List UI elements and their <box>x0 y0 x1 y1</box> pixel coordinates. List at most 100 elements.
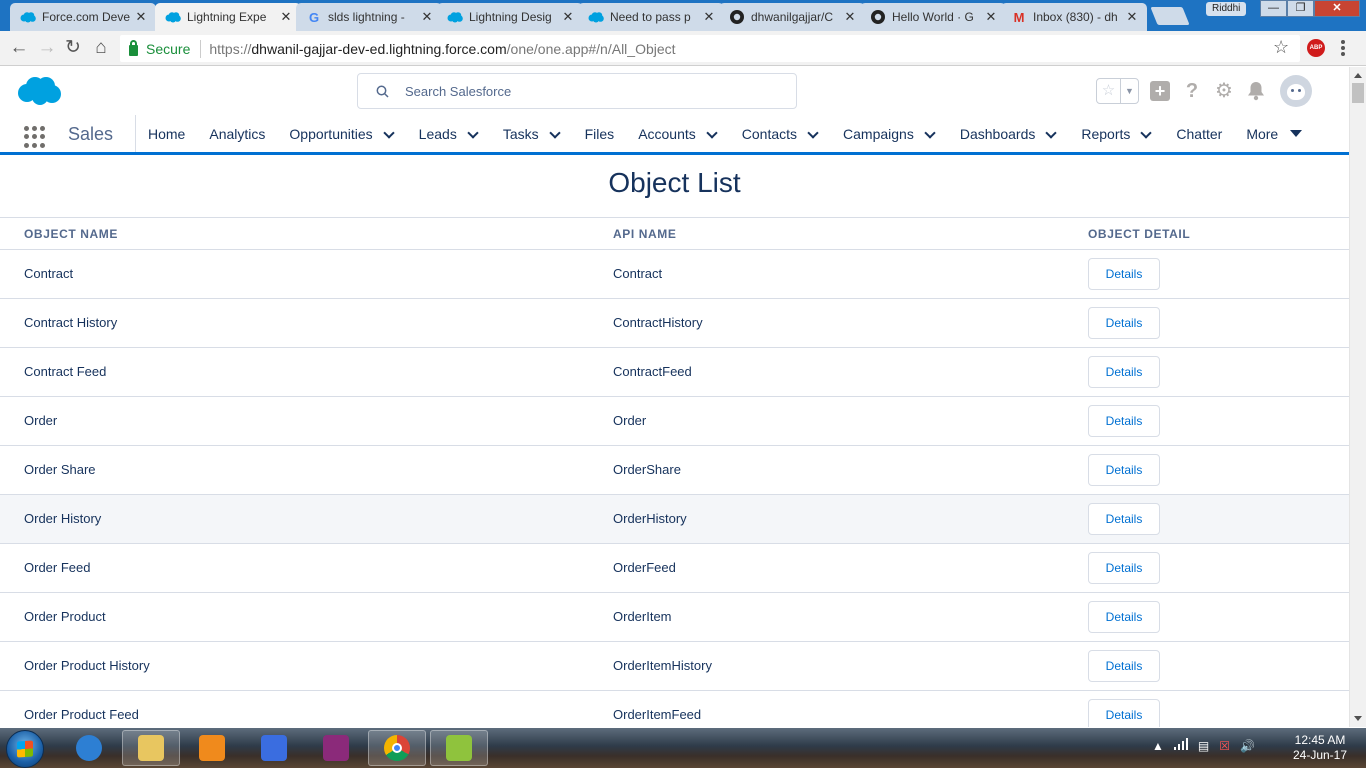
scroll-up-icon[interactable] <box>1354 73 1362 78</box>
network-error-icon[interactable]: ☒ <box>1219 739 1230 753</box>
nav-item-tasks[interactable]: Tasks <box>491 115 573 152</box>
setup-gear-icon[interactable]: ⚙ <box>1214 81 1234 101</box>
tab-close-icon[interactable]: ✕ <box>561 9 575 25</box>
chevron-down-icon[interactable] <box>1045 128 1057 140</box>
taskbar-clock[interactable]: 12:45 AM 24-Jun-17 <box>1282 733 1358 763</box>
details-button[interactable]: Details <box>1088 356 1160 388</box>
user-avatar[interactable] <box>1280 75 1312 107</box>
column-header-api-name[interactable]: API NAME <box>613 227 676 241</box>
d-app-taskbar-button[interactable] <box>245 730 303 766</box>
internet-explorer-taskbar-button[interactable] <box>60 730 118 766</box>
api-name-cell: Order <box>613 413 647 428</box>
global-actions-plus-icon[interactable]: + <box>1150 81 1170 101</box>
details-button[interactable]: Details <box>1088 699 1160 727</box>
github-icon <box>870 9 886 25</box>
tab-close-icon[interactable]: ✕ <box>420 9 434 25</box>
tab-close-icon[interactable]: ✕ <box>843 9 857 25</box>
tab-close-icon[interactable]: ✕ <box>279 9 293 25</box>
tab-close-icon[interactable]: ✕ <box>702 9 716 25</box>
chevron-down-icon[interactable] <box>1140 128 1152 140</box>
table-row: Order Order Details <box>0 397 1349 446</box>
tab-close-icon[interactable]: ✕ <box>134 9 148 25</box>
browser-tab[interactable]: Lightning Desig ✕ <box>437 3 583 31</box>
favorite-star-icon[interactable]: ☆ <box>1097 79 1121 103</box>
notepad-plus-taskbar-button[interactable] <box>430 730 488 766</box>
details-button[interactable]: Details <box>1088 307 1160 339</box>
notifications-bell-icon[interactable] <box>1246 81 1266 101</box>
browser-tab[interactable]: dhwanilgajjar/C ✕ <box>719 3 865 31</box>
nav-item-reports[interactable]: Reports <box>1069 115 1164 152</box>
forward-arrow-icon[interactable]: → <box>36 37 58 59</box>
nav-item-more[interactable]: More <box>1234 115 1314 152</box>
address-bar[interactable]: Secure https://dhwanil-gajjar-dev-ed.lig… <box>120 35 1300 62</box>
page-scrollbar[interactable] <box>1349 67 1366 727</box>
chevron-down-icon[interactable] <box>807 128 819 140</box>
chrome-taskbar-button[interactable] <box>368 730 426 766</box>
chevron-down-icon[interactable] <box>549 128 561 140</box>
home-icon[interactable]: ⌂ <box>90 37 112 59</box>
browser-tab[interactable]: Need to pass p ✕ <box>578 3 724 31</box>
chevron-down-icon[interactable] <box>383 128 395 140</box>
browser-tab[interactable]: M Inbox (830) - dh ✕ <box>1001 3 1147 31</box>
nav-item-leads[interactable]: Leads <box>407 115 491 152</box>
object-name-cell: Contract History <box>24 315 118 330</box>
tab-close-icon[interactable]: ✕ <box>1125 9 1139 25</box>
browser-menu-icon[interactable] <box>1341 40 1345 56</box>
help-question-icon[interactable]: ? <box>1182 81 1202 101</box>
nav-item-accounts[interactable]: Accounts <box>626 115 730 152</box>
details-button[interactable]: Details <box>1088 405 1160 437</box>
browser-tab[interactable]: Gslds lightning - ✕ <box>296 3 442 31</box>
maximize-button[interactable]: ❐ <box>1287 0 1314 17</box>
scrollbar-thumb[interactable] <box>1352 83 1364 103</box>
back-arrow-icon[interactable]: ← <box>8 37 30 59</box>
favorites-dropdown-icon[interactable]: ▼ <box>1121 86 1138 96</box>
profile-chip[interactable]: Riddhi <box>1206 2 1247 16</box>
browser-tab[interactable]: Lightning Expe ✕ <box>155 3 301 31</box>
nav-item-opportunities[interactable]: Opportunities <box>277 115 406 152</box>
tab-close-icon[interactable]: ✕ <box>984 9 998 25</box>
device-icon[interactable]: ▤ <box>1198 739 1209 753</box>
start-button[interactable] <box>6 730 44 768</box>
object-name-cell: Order <box>24 413 58 428</box>
nav-item-home[interactable]: Home <box>136 115 197 152</box>
reload-icon[interactable]: ↻ <box>62 37 84 59</box>
app-launcher-icon[interactable] <box>24 126 46 148</box>
show-hidden-icons-icon[interactable]: ▲ <box>1152 739 1164 753</box>
scroll-down-icon[interactable] <box>1354 716 1362 721</box>
browser-tab[interactable]: Hello World · G ✕ <box>860 3 1006 31</box>
details-button[interactable]: Details <box>1088 258 1160 290</box>
nav-item-analytics[interactable]: Analytics <box>197 115 277 152</box>
global-search-input[interactable]: Search Salesforce <box>357 73 797 109</box>
chevron-down-icon[interactable] <box>924 128 936 140</box>
close-window-button[interactable]: ✕ <box>1314 0 1360 17</box>
details-button[interactable]: Details <box>1088 601 1160 633</box>
browser-tab[interactable]: Force.com Deve ✕ <box>10 3 156 31</box>
details-button[interactable]: Details <box>1088 503 1160 535</box>
adblock-extension-icon[interactable]: ABP <box>1307 39 1325 57</box>
salesforce-icon <box>588 9 604 25</box>
nav-item-campaigns[interactable]: Campaigns <box>831 115 948 152</box>
nav-item-files[interactable]: Files <box>573 115 627 152</box>
browser-tab-title: slds lightning - <box>328 10 405 24</box>
nav-item-contacts[interactable]: Contacts <box>730 115 831 152</box>
signal-icon[interactable] <box>1173 738 1188 753</box>
chevron-down-icon[interactable] <box>706 128 718 140</box>
favorites-button[interactable]: ☆ ▼ <box>1096 78 1139 104</box>
app-name: Sales <box>68 124 114 144</box>
nav-item-dashboards[interactable]: Dashboards <box>948 115 1070 152</box>
new-tab-button[interactable] <box>1150 7 1190 25</box>
winrar-taskbar-button[interactable] <box>307 730 365 766</box>
media-player-taskbar-button[interactable] <box>183 730 241 766</box>
salesforce-logo[interactable] <box>16 76 62 106</box>
details-button[interactable]: Details <box>1088 552 1160 584</box>
minimize-button[interactable]: — <box>1260 0 1287 17</box>
details-button[interactable]: Details <box>1088 650 1160 682</box>
file-explorer-taskbar-button[interactable] <box>122 730 180 766</box>
chevron-down-icon[interactable] <box>467 128 479 140</box>
column-header-object-detail[interactable]: OBJECT DETAIL <box>1088 227 1190 241</box>
details-button[interactable]: Details <box>1088 454 1160 486</box>
bookmark-star-icon[interactable]: ☆ <box>1273 37 1289 58</box>
nav-item-chatter[interactable]: Chatter <box>1164 115 1234 152</box>
column-header-object-name[interactable]: OBJECT NAME <box>24 227 118 241</box>
volume-icon[interactable]: 🔊 <box>1240 739 1255 753</box>
